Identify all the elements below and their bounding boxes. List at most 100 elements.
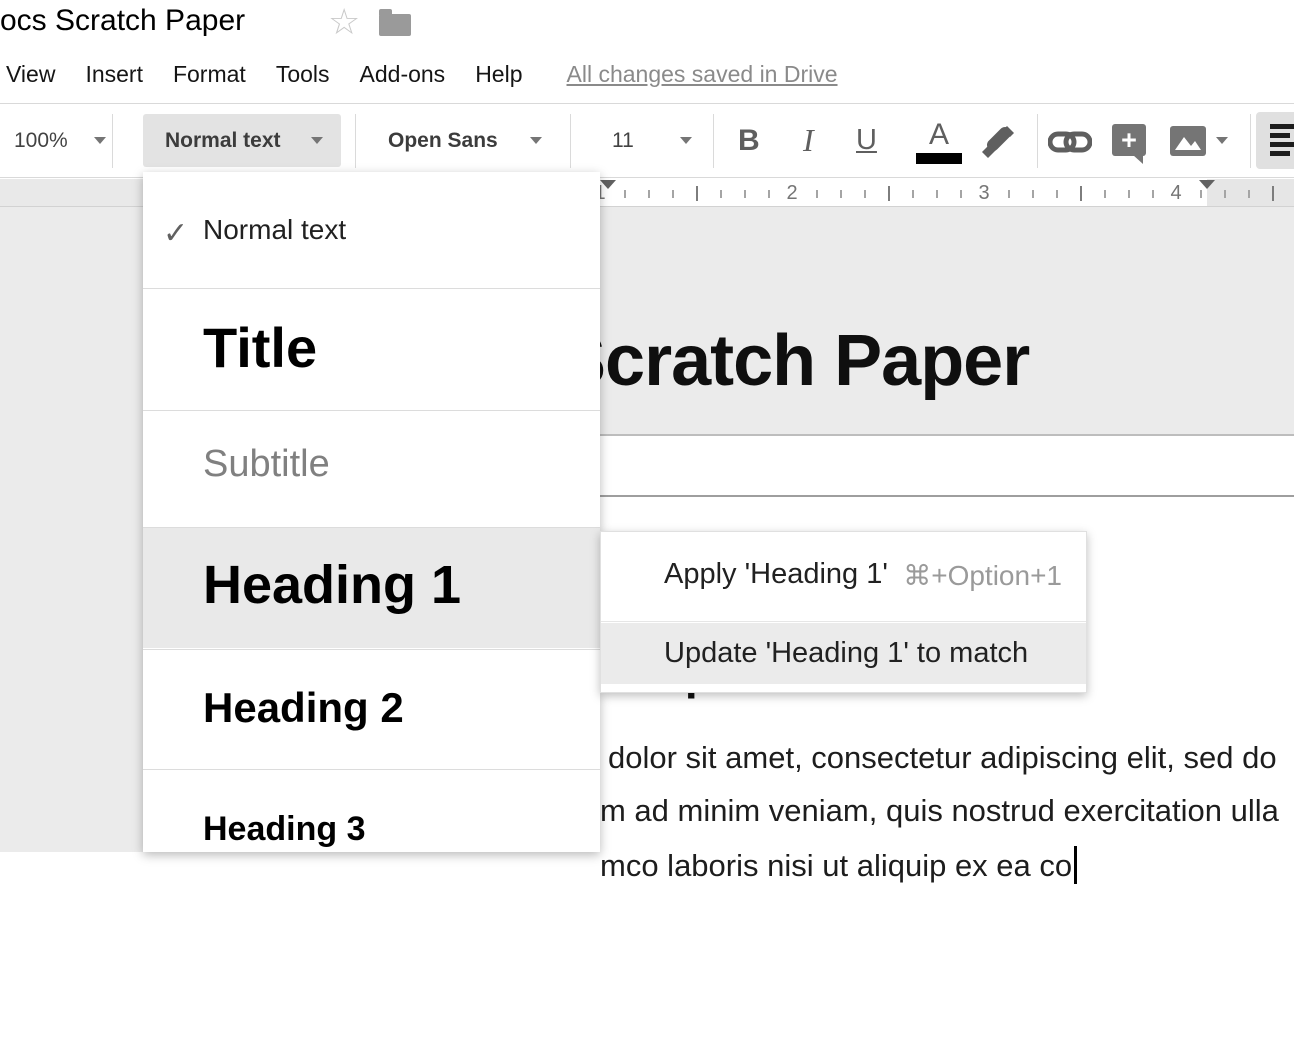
toolbar-separator (1037, 114, 1038, 168)
ruler-tick (744, 190, 746, 198)
image-caret-icon[interactable] (1216, 137, 1228, 144)
font-size-select[interactable]: 11 (612, 104, 634, 177)
style-option-heading2[interactable]: Heading 2 (143, 650, 600, 769)
ruler-tick (1056, 190, 1058, 198)
body-text-line[interactable]: m ad minim veniam, quis nostrud exercita… (600, 793, 1279, 829)
ruler-tick (1200, 190, 1202, 198)
style-option-label: Subtitle (203, 443, 330, 486)
insert-link-button[interactable] (1048, 130, 1092, 154)
keyboard-shortcut: ⌘+Option+1 (903, 559, 1062, 592)
ruler-number: 4 (1170, 182, 1181, 205)
bold-button[interactable]: B (738, 104, 760, 177)
menu-format[interactable]: Format (173, 61, 246, 88)
ruler-number: 3 (978, 182, 989, 205)
ruler-tick (1248, 190, 1250, 198)
ruler-tick (1224, 190, 1226, 198)
style-caret-icon (311, 137, 323, 144)
ruler-tick (816, 190, 818, 198)
ruler-tick (1008, 190, 1010, 198)
style-option-label: Heading 2 (203, 684, 404, 732)
style-option-label: Title (203, 315, 317, 380)
ruler-tick (672, 190, 674, 198)
ruler-halfinch-tick (696, 186, 698, 201)
zoom-select[interactable]: 100% (14, 104, 68, 177)
title-bar: ocs Scratch Paper ☆ (0, 0, 1294, 50)
text-color-bar (916, 153, 962, 164)
toolbar: 100% Normal text Open Sans 11 B I U A + (0, 103, 1294, 178)
ruler-tick (936, 190, 938, 198)
toolbar-separator (355, 114, 356, 168)
ruler-tick (864, 190, 866, 198)
ruler-tick (1032, 190, 1034, 198)
menu-addons[interactable]: Add-ons (360, 61, 446, 88)
ruler-tick (912, 190, 914, 198)
horizontal-rule (560, 495, 1294, 497)
ruler-halfinch-tick (1080, 186, 1082, 201)
style-option-title[interactable]: Title (143, 289, 600, 410)
submenu-item-label: Apply 'Heading 1' (664, 558, 888, 591)
folder-icon[interactable] (379, 14, 411, 36)
save-status-link[interactable]: All changes saved in Drive (567, 61, 838, 88)
highlight-button[interactable] (976, 122, 1016, 162)
body-text-line[interactable]: dolor sit amet, consectetur adipiscing e… (608, 740, 1277, 776)
paragraph-styles-menu: ✓ Normal text Title Subtitle Heading 1 H… (143, 172, 600, 852)
menu-view[interactable]: View (6, 61, 55, 88)
font-size-caret-icon[interactable] (680, 137, 692, 144)
font-caret-icon[interactable] (530, 137, 542, 144)
ruler-halfinch-tick (888, 186, 890, 201)
mountains-glyph (1170, 126, 1206, 156)
insert-comment-button[interactable]: + (1112, 124, 1146, 156)
style-option-heading1[interactable]: Heading 1 (143, 528, 600, 648)
ruler-tick (1104, 190, 1106, 198)
document-name[interactable]: ocs Scratch Paper (0, 4, 245, 38)
comment-plus-glyph: + (1112, 124, 1146, 156)
paragraph-style-value: Normal text (165, 114, 281, 167)
italic-button[interactable]: I (803, 104, 814, 177)
align-left-icon (1270, 124, 1294, 160)
menu-insert[interactable]: Insert (85, 61, 143, 88)
zoom-caret-icon[interactable] (94, 137, 106, 144)
style-option-label: Heading 1 (203, 554, 461, 616)
right-indent-marker[interactable] (1199, 180, 1215, 189)
check-icon: ✓ (163, 216, 188, 251)
style-option-label: Heading 3 (203, 810, 365, 849)
ruler-tick (1128, 190, 1130, 198)
ruler-tick (720, 190, 722, 198)
toolbar-separator (1250, 114, 1251, 168)
document-title-text[interactable]: Scratch Paper (558, 320, 1029, 402)
ruler-tick (1152, 190, 1154, 198)
left-indent-marker[interactable] (600, 180, 616, 189)
ruler-tick (960, 190, 962, 198)
ruler-tick (624, 190, 626, 198)
menu-help[interactable]: Help (475, 61, 522, 88)
font-select[interactable]: Open Sans (388, 104, 498, 177)
style-option-subtitle[interactable]: Subtitle (143, 411, 600, 527)
style-option-heading3[interactable]: Heading 3 (143, 770, 600, 852)
insert-image-button[interactable] (1170, 126, 1206, 156)
toolbar-separator (713, 114, 714, 168)
ruler-number: 2 (786, 182, 797, 205)
ruler-halfinch-tick (1272, 186, 1274, 201)
toolbar-separator (570, 114, 571, 168)
body-text-fragment: mco laboris nisi ut aliquip ex ea co (600, 848, 1072, 883)
menu-tools[interactable]: Tools (276, 61, 330, 88)
menu-bar: View Insert Format Tools Add-ons Help Al… (0, 52, 1294, 96)
update-heading1-item[interactable]: Update 'Heading 1' to match (601, 623, 1086, 684)
ruler-tick (648, 190, 650, 198)
align-left-button[interactable] (1256, 112, 1294, 169)
paragraph-style-select[interactable]: Normal text (143, 114, 341, 167)
ruler-tick (768, 190, 770, 198)
submenu-item-label: Update 'Heading 1' to match (664, 637, 1028, 670)
style-option-label: Normal text (203, 214, 346, 246)
ruler-margin-area (1207, 179, 1294, 207)
heading1-submenu: Apply 'Heading 1' ⌘+Option+1 Update 'Hea… (600, 531, 1087, 693)
text-color-button[interactable]: A (916, 104, 962, 177)
ruler-tick (840, 190, 842, 198)
text-color-letter: A (929, 118, 949, 152)
apply-heading1-item[interactable]: Apply 'Heading 1' ⌘+Option+1 (601, 532, 1086, 620)
star-icon[interactable]: ☆ (328, 2, 360, 42)
toolbar-separator (112, 114, 113, 168)
underline-button[interactable]: U (856, 104, 877, 177)
style-option-normal-text[interactable]: ✓ Normal text (143, 172, 600, 288)
menu-separator (601, 621, 1086, 622)
